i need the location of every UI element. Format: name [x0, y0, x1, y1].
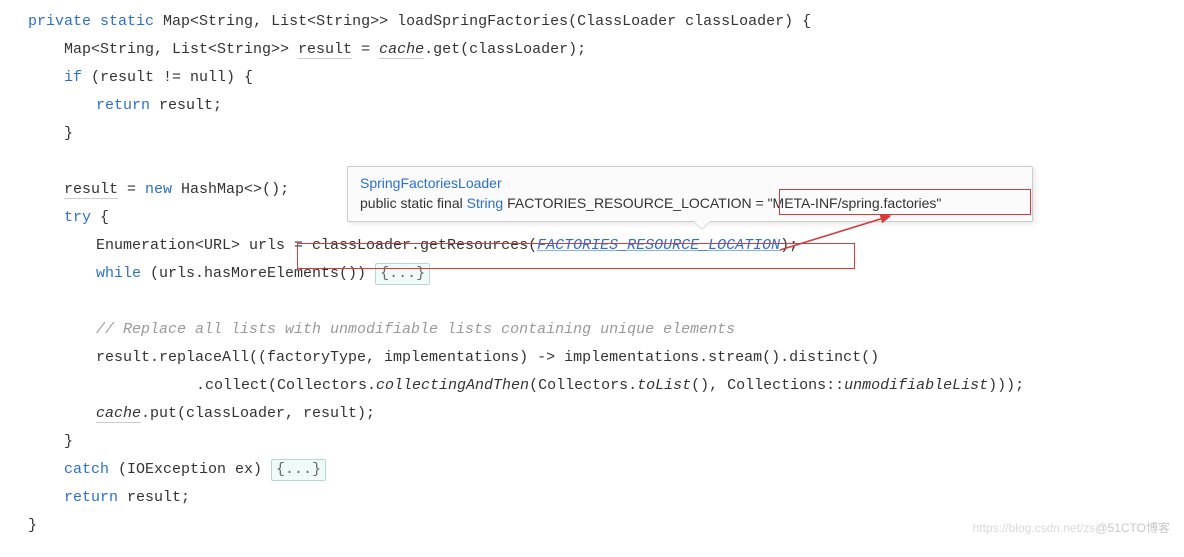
field-cache: cache — [379, 41, 424, 59]
code-line: } — [28, 428, 1156, 456]
field-cache: cache — [96, 405, 141, 423]
code-text: = — [352, 41, 379, 58]
tooltip-arrow-icon — [693, 221, 711, 230]
keyword-static: static — [100, 13, 154, 30]
code-line: catch (IOException ex) {...} — [28, 456, 1156, 484]
code-line: private static Map<String, List<String>>… — [28, 8, 1156, 36]
code-text: Enumeration<URL> urls = classLoader.getR… — [96, 237, 537, 254]
code-text: { — [91, 209, 109, 226]
code-line: while (urls.hasMoreElements()) {...} — [28, 260, 1156, 288]
variable-result: result — [64, 181, 118, 199]
code-text: } — [64, 433, 73, 450]
code-text: ); — [780, 237, 798, 254]
keyword-try: try — [64, 209, 91, 226]
method-toList: toList — [637, 377, 691, 394]
code-text: (urls.hasMoreElements()) — [141, 265, 375, 282]
code-text: (Collectors. — [529, 377, 637, 394]
code-text: .collect(Collectors. — [196, 377, 376, 394]
variable-result: result — [298, 41, 352, 59]
code-line: Enumeration<URL> urls = classLoader.getR… — [28, 232, 1156, 260]
keyword-new: new — [145, 181, 172, 198]
code-text: result; — [118, 489, 190, 506]
keyword-catch: catch — [64, 461, 109, 478]
tooltip-modifiers: public static final — [360, 195, 467, 211]
code-line: return result; — [28, 484, 1156, 512]
code-text: result.replaceAll((factoryType, implemen… — [96, 349, 879, 366]
code-text: Map<String, List<String>> loadSpringFact… — [154, 13, 811, 30]
code-line: cache.put(classLoader, result); — [28, 400, 1156, 428]
code-line — [28, 288, 1156, 316]
tooltip-classname: SpringFactoriesLoader — [360, 175, 502, 191]
code-line: return result; — [28, 92, 1156, 120]
watermark-handle: @51CTO博客 — [1095, 521, 1170, 535]
code-text: (result != null) { — [82, 69, 253, 86]
keyword-while: while — [96, 265, 141, 282]
code-line: .collect(Collectors.collectingAndThen(Co… — [28, 372, 1156, 400]
code-line: result.replaceAll((factoryType, implemen… — [28, 344, 1156, 372]
constant-factories-resource-location[interactable]: FACTORIES_RESOURCE_LOCATION — [537, 237, 780, 254]
keyword-return: return — [64, 489, 118, 506]
watermark-url: https://blog.csdn.net/zs — [973, 521, 1096, 535]
watermark: https://blog.csdn.net/zs@51CTO博客 — [973, 514, 1170, 542]
keyword-if: if — [64, 69, 82, 86]
code-line: Map<String, List<String>> result = cache… — [28, 36, 1156, 64]
fold-marker[interactable]: {...} — [375, 263, 430, 285]
keyword-return: return — [96, 97, 150, 114]
code-text: .get(classLoader); — [424, 41, 586, 58]
tooltip-value: "META-INF/spring.factories" — [768, 195, 942, 211]
code-text: } — [64, 125, 73, 142]
code-text: ))); — [988, 377, 1024, 394]
method-unmodifiableList: unmodifiableList — [844, 377, 988, 394]
keyword-private: private — [28, 13, 91, 30]
tooltip-fieldname: FACTORIES_RESOURCE_LOCATION = — [503, 195, 767, 211]
code-text: (IOException ex) — [109, 461, 271, 478]
code-text: HashMap<>(); — [172, 181, 289, 198]
code-line: if (result != null) { — [28, 64, 1156, 92]
code-text: } — [28, 517, 37, 534]
code-text: result; — [150, 97, 222, 114]
method-collectingAndThen: collectingAndThen — [376, 377, 529, 394]
code-line: } — [28, 120, 1156, 148]
fold-marker[interactable]: {...} — [271, 459, 326, 481]
tooltip-type: String — [467, 195, 504, 211]
code-text: .put(classLoader, result); — [141, 405, 375, 422]
code-text: = — [118, 181, 145, 198]
code-text: Map<String, List<String>> — [64, 41, 298, 58]
quick-doc-tooltip: SpringFactoriesLoader public static fina… — [347, 166, 1033, 222]
code-comment: // Replace all lists with unmodifiable l… — [28, 316, 1156, 344]
code-text: (), Collections:: — [691, 377, 844, 394]
